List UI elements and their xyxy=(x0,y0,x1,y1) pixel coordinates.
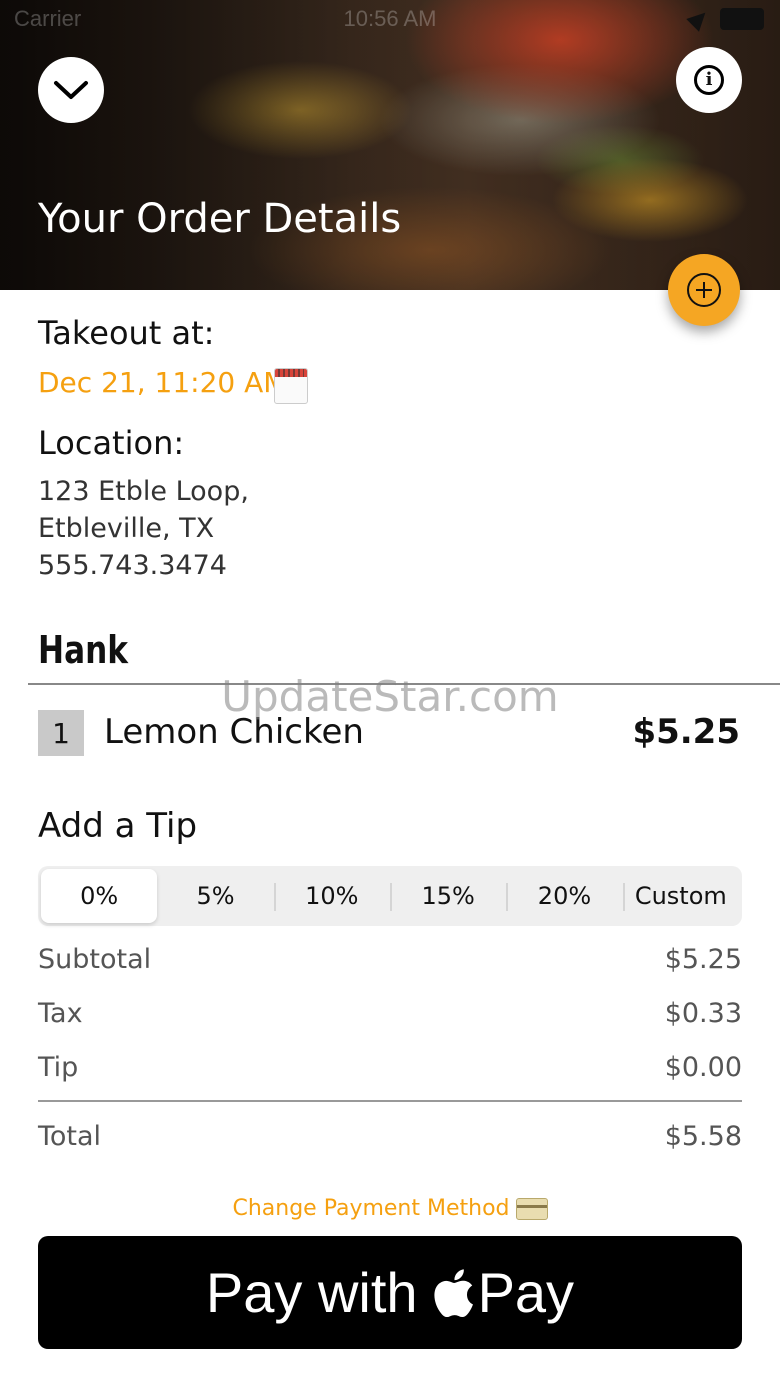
total-value: $5.58 xyxy=(664,1121,742,1152)
tip-option-5[interactable]: 5% xyxy=(157,869,273,923)
add-icon xyxy=(687,273,721,307)
takeout-label: Takeout at: xyxy=(38,314,215,352)
status-time: 10:56 AM xyxy=(343,6,437,31)
change-payment-label: Change Payment Method xyxy=(232,1196,510,1221)
address-line-1: 123 Etble Loop, xyxy=(38,476,249,507)
tip-option-custom[interactable]: Custom xyxy=(622,869,739,923)
tax-row: Tax $0.33 xyxy=(38,998,742,1029)
add-item-button[interactable] xyxy=(668,254,740,326)
apple-pay-suffix: Pay xyxy=(477,1261,575,1324)
location-label: Location: xyxy=(38,424,185,462)
dismiss-button[interactable] xyxy=(38,57,104,123)
order-name: Hank xyxy=(38,628,129,672)
apple-pay-button[interactable]: Pay with Pay xyxy=(38,1236,742,1349)
tip-segmented-control: 0% 5% 10% 15% 20% Custom xyxy=(38,866,742,926)
status-icons xyxy=(686,6,764,32)
tax-value: $0.33 xyxy=(664,998,742,1029)
apple-pay-prefix: Pay with xyxy=(205,1261,418,1324)
tip-option-10[interactable]: 10% xyxy=(273,869,390,923)
total-label: Total xyxy=(38,1121,102,1152)
tip-row-label: Tip xyxy=(38,1052,79,1083)
battery-icon xyxy=(720,8,764,30)
subtotal-label: Subtotal xyxy=(38,944,152,975)
tip-option-0[interactable]: 0% xyxy=(41,869,158,923)
tip-value: $0.00 xyxy=(664,1052,742,1083)
page-title: Your Order Details xyxy=(38,196,402,242)
location-arrow-icon xyxy=(686,6,712,32)
info-icon: i xyxy=(694,65,724,95)
subtotal-row: Subtotal $5.25 xyxy=(38,944,742,975)
total-row: Total $5.58 xyxy=(38,1121,742,1152)
total-divider xyxy=(38,1100,742,1102)
chevron-down-icon xyxy=(54,81,88,99)
tip-label: Add a Tip xyxy=(38,806,198,846)
takeout-datetime[interactable]: Dec 21, 11:20 AM xyxy=(38,366,287,399)
change-payment-method-link[interactable]: Change Payment Method xyxy=(0,1196,780,1221)
tax-label: Tax xyxy=(38,998,83,1029)
tip-option-15[interactable]: 15% xyxy=(389,869,506,923)
subtotal-value: $5.25 xyxy=(664,944,742,975)
credit-card-icon xyxy=(515,1198,548,1220)
watermark: UpdateStar.com xyxy=(221,672,559,721)
header-shade xyxy=(0,0,780,290)
status-bar: Carrier 10:56 AM xyxy=(0,0,780,40)
info-button[interactable]: i xyxy=(676,47,742,113)
apple-logo-icon xyxy=(433,1268,473,1317)
header-image xyxy=(0,0,780,290)
calendar-icon[interactable] xyxy=(274,368,308,404)
phone-number[interactable]: 555.743.3474 xyxy=(38,550,227,581)
tip-row: Tip $0.00 xyxy=(38,1052,742,1083)
tip-option-20[interactable]: 20% xyxy=(506,869,622,923)
address-line-2: Etbleville, TX xyxy=(38,513,215,544)
